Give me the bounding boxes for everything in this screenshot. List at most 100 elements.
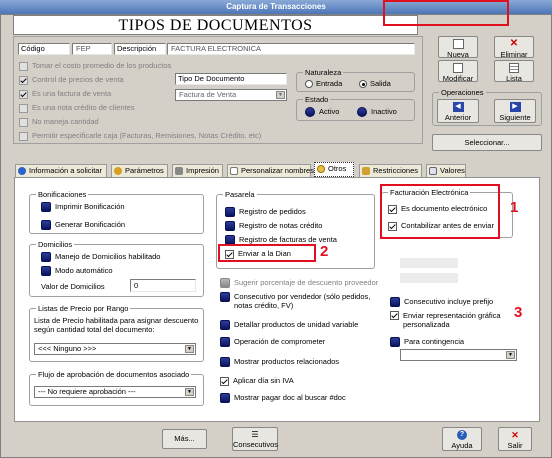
option-caja[interactable]: Permitir especificarle caja (Facturas, R… <box>19 130 261 141</box>
operacion-comprometer-toggle[interactable]: Operación de comprometer <box>220 336 325 348</box>
estado-activo-button[interactable]: Activo <box>305 106 339 118</box>
nueva-label: Nueva <box>447 50 469 59</box>
bonificaciones-label: Bonificaciones <box>36 190 89 199</box>
registro-notas-credito-toggle[interactable]: Registro de notas crédito <box>225 220 322 232</box>
toggle-icon <box>220 278 230 289</box>
dia-sin-iva-checkbox[interactable]: Aplicar día sin IVA <box>220 375 294 386</box>
consecutivo-prefijo-toggle[interactable]: Consecutivo incluye prefijo <box>390 296 493 308</box>
nueva-button[interactable]: Nueva <box>438 36 478 59</box>
lista-button[interactable]: Lista <box>494 60 534 83</box>
toggle-label: Registro de pedidos <box>239 207 306 216</box>
annotation-3: 3 <box>514 304 523 321</box>
option-factura-venta[interactable]: Es una factura de venta <box>19 88 111 99</box>
tipo-documento-select[interactable]: Factura de Venta ▼ <box>175 89 287 101</box>
sugerir-descuento-toggle[interactable]: Sugerir porcentaje de descuento proveedo… <box>220 277 379 289</box>
anterior-label: Anterior <box>444 113 472 122</box>
tab-restricciones[interactable]: Restricciones <box>359 164 422 177</box>
toggle-label: Sugerir porcentaje de descuento proveedo… <box>234 278 379 287</box>
flujo-aprobacion-label: Flujo de aprobación de documentos asocia… <box>36 370 192 379</box>
valor-domicilios-label: Valor de Domicilios <box>41 282 105 291</box>
checkbox <box>225 249 234 259</box>
list-icon: ☰ <box>251 430 259 439</box>
mostrar-pagar-doc-toggle[interactable]: Mostrar pagar doc al buscar #doc <box>220 392 346 404</box>
option-nota-credito[interactable]: Es una nota crédito de clientes <box>19 102 135 113</box>
tab-personalizar[interactable]: Personalizar nombres <box>227 164 314 177</box>
contingencia-select[interactable]: ▼ <box>400 349 517 361</box>
tab-valores[interactable]: Valores <box>426 164 466 177</box>
flujo-aprobacion-select[interactable]: --- No requiere aprobación --- ▼ <box>34 386 196 398</box>
imprimir-bonificacion-toggle[interactable]: Imprimir Bonificación <box>41 201 125 213</box>
consecutivos-button[interactable]: ☰ Consecutivos <box>232 427 278 451</box>
modo-automatico-toggle[interactable]: Modo automático <box>41 265 113 277</box>
option-label: Es una factura de venta <box>32 89 112 98</box>
productos-relacionados-toggle[interactable]: Mostrar productos relacionados <box>220 356 340 368</box>
option-control-precios[interactable]: Control de precios de venta <box>19 74 124 85</box>
codigo-input[interactable]: FEP <box>72 43 112 55</box>
chevron-down-icon: ▼ <box>185 345 194 353</box>
tab-otros[interactable]: Otros <box>314 162 354 177</box>
modificar-button[interactable]: Modificar <box>438 60 478 83</box>
anterior-button[interactable]: ◀ Anterior <box>437 99 479 123</box>
radio-circle <box>359 80 367 89</box>
toggle-label: Modo automático <box>55 266 113 275</box>
ayuda-button[interactable]: ? Ayuda <box>442 427 482 451</box>
estado-label: Estado <box>303 95 331 104</box>
detallar-productos-toggle[interactable]: Detallar productos de unidad variable <box>220 319 359 331</box>
consecutivos-label: Consecutivos <box>233 440 279 449</box>
eliminar-button[interactable]: ✕ Eliminar <box>494 36 534 59</box>
consecutivo-vendedor-toggle[interactable]: Consecutivo por vendedor (sólo pedidos, … <box>220 292 380 310</box>
contabilizar-antes-checkbox[interactable]: Contabilizar antes de enviar <box>388 220 494 231</box>
toggle-icon <box>390 297 400 308</box>
option-label: No maneja cantidad <box>32 117 99 126</box>
inactive-icon <box>357 107 367 118</box>
naturaleza-label: Naturaleza <box>303 68 344 77</box>
registro-pedidos-toggle[interactable]: Registro de pedidos <box>225 206 306 218</box>
mas-button[interactable]: Más... <box>162 429 207 449</box>
arrow-right-icon: ▶ <box>509 102 521 112</box>
toggle-icon <box>41 266 51 277</box>
enviar-dian-checkbox[interactable]: Enviar a la Dian <box>225 248 291 259</box>
generar-bonificacion-toggle[interactable]: Generar Bonificación <box>41 219 125 231</box>
checkbox-label: Enviar representación gráfica personaliz… <box>403 311 501 329</box>
descripcion-input[interactable]: FACTURA ELECTRONICA <box>167 43 415 55</box>
toggle-label: Imprimir Bonificación <box>55 202 125 211</box>
toggle-label: Detallar productos de unidad variable <box>234 320 359 329</box>
active-icon <box>305 107 315 118</box>
radio-label: Salida <box>370 79 391 88</box>
valor-domicilios-input[interactable]: 0 <box>130 279 196 292</box>
checkbox-label: Aplicar día sin IVA <box>233 376 294 385</box>
chevron-down-icon: ▼ <box>506 351 515 359</box>
operaciones-label: Operaciones <box>439 88 486 97</box>
tab-parametros[interactable]: Parámetros <box>111 164 168 177</box>
representacion-grafica-checkbox[interactable]: Enviar representación gráfica personaliz… <box>390 311 508 329</box>
radio-entrada[interactable]: Entrada <box>305 78 342 89</box>
domicilios-habilitado-toggle[interactable]: Manejo de Domicilios habilitado <box>41 251 161 263</box>
toggle-label: Mostrar productos relacionados <box>234 357 340 366</box>
tab-label: Parámetros <box>125 166 164 175</box>
eliminar-label: Eliminar <box>500 50 528 59</box>
option-costo-promedio[interactable]: Tomar el costo promedio de los productos <box>19 60 171 71</box>
tab-impresion[interactable]: Impresión <box>172 164 223 177</box>
salir-button[interactable]: ✕ Salir <box>498 427 532 451</box>
seleccionar-button[interactable]: Seleccionar... <box>432 134 542 151</box>
documento-electronico-checkbox[interactable]: Es documento electrónico <box>388 203 487 214</box>
contingencia-toggle[interactable]: Para contingencia <box>390 336 464 348</box>
tab-informacion[interactable]: Información a solicitar <box>15 164 107 177</box>
toggle-label: Manejo de Domicilios habilitado <box>55 252 161 261</box>
estado-inactivo-button[interactable]: Inactivo <box>357 106 397 118</box>
listas-precio-label: Listas de Precio por Rango <box>36 304 131 313</box>
radio-salida[interactable]: Salida <box>359 78 391 89</box>
document-icon <box>230 167 238 175</box>
checkbox <box>220 376 229 386</box>
checkbox <box>19 75 28 85</box>
toggle-icon <box>220 337 230 348</box>
toggle-label: Consecutivo por vendedor (sólo pedidos, … <box>234 292 371 310</box>
lista-precio-select[interactable]: <<< Ninguno >>> ▼ <box>34 343 196 355</box>
tipo-documento-label: Tipo De Documento <box>175 73 287 85</box>
new-file-icon <box>452 39 464 49</box>
edit-icon <box>453 63 463 73</box>
siguiente-button[interactable]: ▶ Siguiente <box>494 99 536 123</box>
page-title: TIPOS DE DOCUMENTOS <box>13 15 418 35</box>
toggle-icon <box>41 220 51 231</box>
option-no-cantidad[interactable]: No maneja cantidad <box>19 116 99 127</box>
